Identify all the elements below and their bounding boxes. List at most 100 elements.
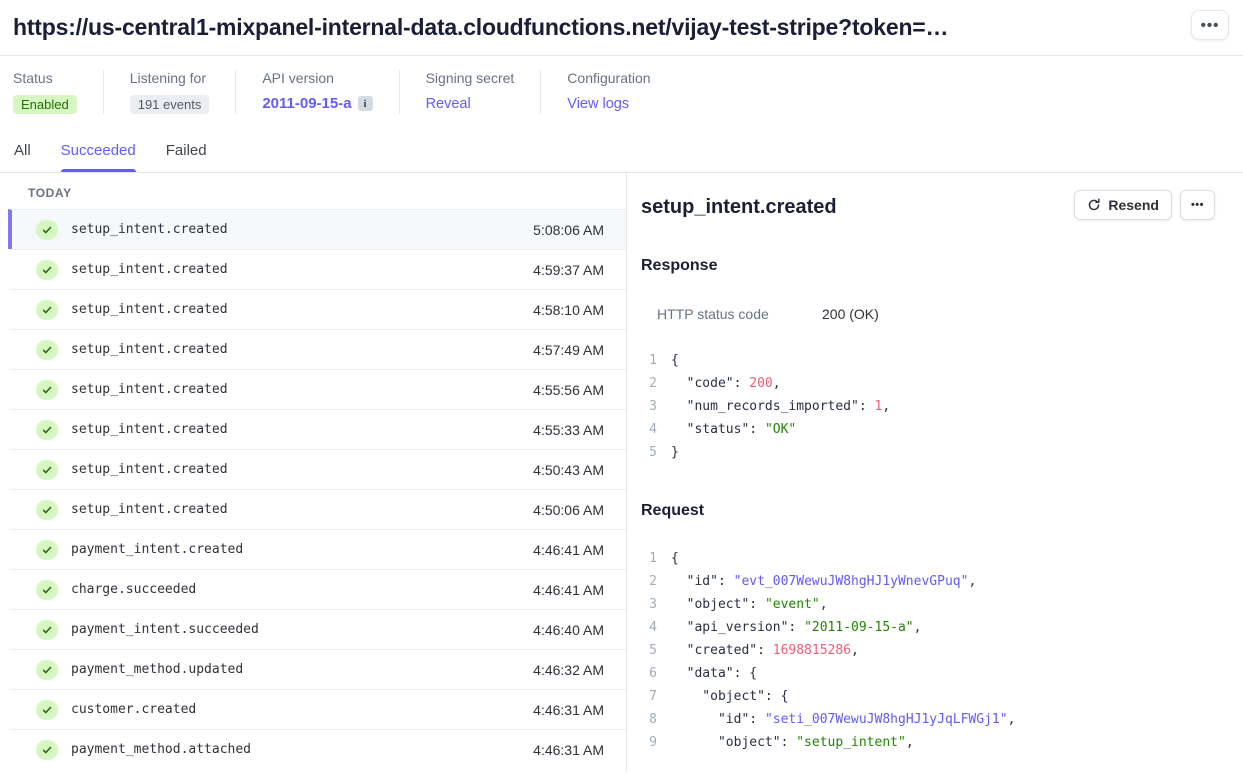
status-item-api-version: API version 2011-09-15-a i: [235, 70, 398, 114]
main-content: TODAY setup_intent.created 5:08:06 AM se…: [0, 173, 1243, 772]
code-line: 1{: [641, 547, 1215, 570]
code-line: 4 "api_version": "2011-09-15-a",: [641, 616, 1215, 639]
code-line: 3 "object": "event",: [641, 593, 1215, 616]
line-number: 2: [643, 570, 657, 593]
status-item-signing-secret: Signing secret Reveal: [399, 70, 541, 114]
view-logs-link[interactable]: View logs: [567, 96, 629, 112]
event-time: 4:46:32 AM: [533, 662, 626, 678]
code-text: "id": "seti_007WewuJW8hgHJ1yJqLFWGj1",: [671, 708, 1015, 731]
event-name: setup_intent.created: [71, 342, 228, 357]
code-text: "code": 200,: [671, 372, 781, 395]
status-item-configuration: Configuration View logs: [540, 70, 676, 114]
event-name: setup_intent.created: [71, 302, 228, 317]
event-time: 5:08:06 AM: [533, 222, 626, 238]
http-status-row: HTTP status code 200 (OK): [657, 306, 1215, 322]
code-line: 4 "status": "OK": [641, 418, 1215, 441]
code-text: "id": "evt_007WewuJW8hgHJ1yWnevGPuq",: [671, 570, 976, 593]
line-number: 4: [643, 418, 657, 441]
code-line: 9 "object": "setup_intent",: [641, 731, 1215, 754]
request-code-block: 1{2 "id": "evt_007WewuJW8hgHJ1yWnevGPuq"…: [641, 547, 1215, 754]
line-number: 5: [643, 441, 657, 464]
code-text: "api_version": "2011-09-15-a",: [671, 616, 921, 639]
detail-more-button[interactable]: •••: [1180, 190, 1215, 220]
ellipsis-icon: •••: [1191, 199, 1204, 211]
event-time: 4:46:41 AM: [533, 582, 626, 598]
status-item-listening: Listening for 191 events: [103, 70, 236, 114]
line-number: 8: [643, 708, 657, 731]
line-number: 1: [643, 547, 657, 570]
code-text: "object": {: [671, 685, 788, 708]
tab-failed[interactable]: Failed: [166, 142, 207, 172]
event-name: setup_intent.created: [71, 502, 228, 517]
event-row[interactable]: setup_intent.created 4:59:37 AM: [8, 249, 626, 289]
event-row[interactable]: setup_intent.created 4:50:43 AM: [8, 449, 626, 489]
event-row[interactable]: customer.created 4:46:31 AM: [8, 689, 626, 729]
api-version-value[interactable]: 2011-09-15-a: [262, 95, 351, 112]
event-time: 4:50:06 AM: [533, 502, 626, 518]
resend-label: Resend: [1108, 197, 1159, 213]
tab-all[interactable]: All: [14, 142, 31, 172]
event-time: 4:46:41 AM: [533, 542, 626, 558]
event-time: 4:57:49 AM: [533, 342, 626, 358]
success-check-icon: [36, 460, 58, 480]
code-line: 5}: [641, 441, 1215, 464]
event-row[interactable]: setup_intent.created 5:08:06 AM: [8, 209, 626, 249]
event-row[interactable]: setup_intent.created 4:57:49 AM: [8, 329, 626, 369]
line-number: 2: [643, 372, 657, 395]
page-header: https://us-central1-mixpanel-internal-da…: [0, 0, 1243, 56]
refresh-clockwise-icon: [1087, 198, 1101, 212]
event-row[interactable]: payment_method.attached 4:46:31 AM: [8, 729, 626, 769]
api-version-label: API version: [262, 70, 372, 86]
response-heading: Response: [641, 257, 1215, 275]
event-row[interactable]: payment_intent.succeeded 4:46:40 AM: [8, 609, 626, 649]
event-time: 4:50:43 AM: [533, 462, 626, 478]
line-number: 3: [643, 593, 657, 616]
status-enabled-badge: Enabled: [13, 95, 77, 114]
code-line: 6 "data": {: [641, 662, 1215, 685]
success-check-icon: [36, 620, 58, 640]
success-check-icon: [36, 220, 58, 240]
success-check-icon: [36, 500, 58, 520]
status-bar: Status Enabled Listening for 191 events …: [0, 56, 1243, 130]
code-text: {: [671, 547, 679, 570]
request-heading: Request: [641, 502, 1215, 520]
event-row[interactable]: setup_intent.created 4:50:06 AM: [8, 489, 626, 529]
http-status-value: 200 (OK): [822, 306, 879, 322]
success-check-icon: [36, 420, 58, 440]
event-row[interactable]: charge.succeeded 4:46:41 AM: [8, 569, 626, 609]
code-line: 8 "id": "seti_007WewuJW8hgHJ1yJqLFWGj1",: [641, 708, 1215, 731]
ellipsis-icon: •••: [1201, 17, 1220, 34]
event-group-header: TODAY: [0, 173, 626, 209]
line-number: 4: [643, 616, 657, 639]
success-check-icon: [36, 300, 58, 320]
success-check-icon: [36, 540, 58, 560]
event-name: setup_intent.created: [71, 422, 228, 437]
event-list-pane: TODAY setup_intent.created 5:08:06 AM se…: [0, 173, 627, 772]
event-row[interactable]: setup_intent.created 4:55:33 AM: [8, 409, 626, 449]
code-line: 7 "object": {: [641, 685, 1215, 708]
event-row[interactable]: setup_intent.created 4:58:10 AM: [8, 289, 626, 329]
line-number: 9: [643, 731, 657, 754]
code-text: {: [671, 349, 679, 372]
header-more-button[interactable]: •••: [1191, 10, 1229, 40]
success-check-icon: [36, 580, 58, 600]
response-code-block: 1 {2 "code": 200,3 "num_records_imported"…: [641, 349, 1215, 464]
success-check-icon: [36, 700, 58, 720]
code-text: }: [671, 441, 679, 464]
resend-button[interactable]: Resend: [1074, 190, 1172, 220]
event-name: charge.succeeded: [71, 582, 196, 597]
event-row[interactable]: payment_method.updated 4:46:32 AM: [8, 649, 626, 689]
event-row[interactable]: setup_intent.created 4:55:56 AM: [8, 369, 626, 409]
code-line: 5 "created": 1698815286,: [641, 639, 1215, 662]
event-rows: setup_intent.created 5:08:06 AM setup_in…: [8, 209, 626, 769]
event-name: setup_intent.created: [71, 382, 228, 397]
event-name: setup_intent.created: [71, 262, 228, 277]
success-check-icon: [36, 260, 58, 280]
reveal-secret-link[interactable]: Reveal: [426, 96, 471, 112]
line-number: 1: [643, 349, 657, 372]
code-line: 3 "num_records_imported": 1,: [641, 395, 1215, 418]
info-icon: i: [358, 96, 373, 111]
event-row[interactable]: payment_intent.created 4:46:41 AM: [8, 529, 626, 569]
status-item-status: Status Enabled: [13, 70, 103, 114]
tab-succeeded[interactable]: Succeeded: [61, 142, 136, 172]
